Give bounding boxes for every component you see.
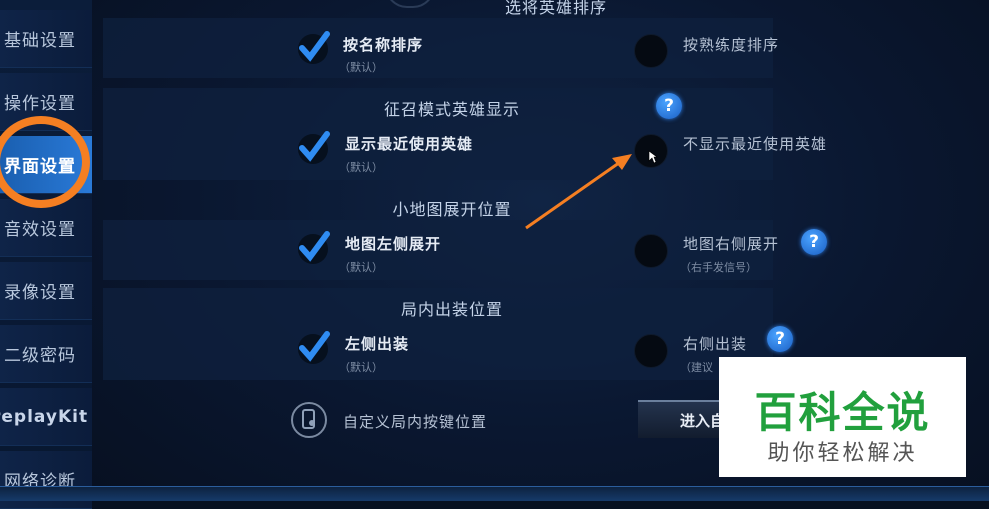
watermark-title: 百科全说 [754, 388, 931, 437]
radio-button[interactable] [634, 234, 668, 268]
sidebar-item-basic[interactable]: 基础设置 [0, 10, 92, 68]
mouse-cursor-icon [648, 150, 658, 164]
option-label: 按名称排序 [343, 36, 424, 54]
radio-button[interactable] [634, 34, 668, 68]
option-label: 显示最近使用英雄 [345, 135, 474, 153]
option-label: 按熟练度排序 [683, 36, 780, 54]
sidebar-item-label: 二级密码 [4, 346, 76, 366]
help-icon[interactable]: ? [767, 326, 793, 352]
sidebar-item-recording[interactable]: 录像设置 [0, 262, 92, 320]
sidebar-item-label: replayKit [0, 406, 89, 427]
checkmark-icon[interactable] [296, 30, 330, 64]
sidebar-item-replaykit[interactable]: replayKit [0, 388, 92, 446]
watermark-subtitle: 助你轻松解决 [767, 441, 918, 466]
option-sub-label: （默认） [339, 261, 383, 274]
watermark-logo: 百科全说 助你轻松解决 [719, 357, 966, 477]
phone-touch-icon [291, 402, 327, 438]
bottom-bar [0, 486, 989, 501]
option-label: 地图左侧展开 [345, 235, 442, 253]
section-title: 征召模式英雄显示 [383, 100, 520, 119]
checkmark-icon[interactable] [296, 330, 330, 364]
settings-sidebar: 基础设置 操作设置 界面设置 音效设置 录像设置 二级密码 replayKit … [0, 0, 94, 509]
option-label: 右侧出装 [683, 335, 748, 353]
sidebar-item-label: 录像设置 [4, 283, 76, 303]
section-title: 选将英雄排序 [504, 0, 607, 17]
arrow-annotation [525, 154, 632, 230]
option-label: 左侧出装 [345, 335, 410, 353]
option-sub-label: （右手发信号） [680, 261, 757, 274]
help-icon[interactable]: ? [801, 229, 827, 255]
option-label: 地图右侧展开 [683, 235, 780, 253]
section-title: 局内出装位置 [400, 300, 503, 319]
sidebar-item-label: 音效设置 [4, 220, 76, 240]
option-sub-label: （建议 [680, 361, 713, 374]
radio-button[interactable] [634, 334, 668, 368]
sidebar-item-password[interactable]: 二级密码 [0, 325, 92, 383]
sidebar-item-label: 操作设置 [4, 94, 76, 114]
custom-keys-label: 自定义局内按键位置 [343, 413, 488, 431]
option-sub-label: （默认） [339, 61, 383, 74]
checkmark-icon[interactable] [296, 230, 330, 264]
option-label: 不显示最近使用英雄 [683, 135, 828, 153]
section-title: 小地图展开位置 [392, 200, 512, 219]
option-sub-label: （默认） [339, 361, 383, 374]
option-sub-label: （默认） [339, 161, 383, 174]
sort-section [103, 18, 773, 78]
help-icon[interactable]: ? [656, 93, 682, 119]
checkmark-icon[interactable] [296, 130, 330, 164]
sidebar-item-label: 基础设置 [4, 31, 76, 51]
